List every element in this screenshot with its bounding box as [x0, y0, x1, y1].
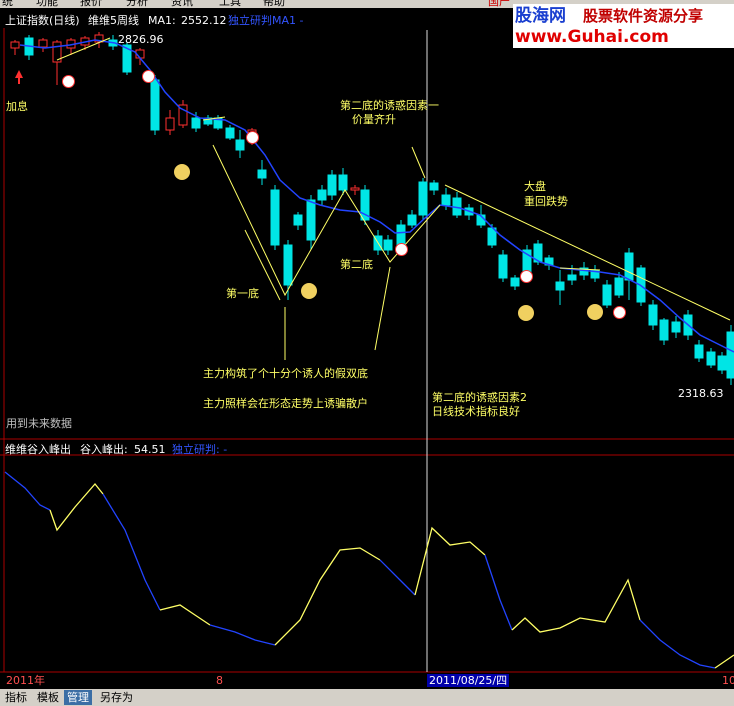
tab-save-as[interactable]: 另存为	[97, 690, 136, 705]
high-label: 2826.96	[118, 33, 164, 46]
ma1-line	[19, 39, 734, 353]
indicator-name: 维维5周线	[88, 14, 139, 27]
bottom-tabbar: 指标 模板 管理 另存为	[0, 689, 734, 706]
annotation-fake-double: 主力构筑了个十分个诱人的假双底	[203, 367, 368, 380]
annotation-second-bottom: 第二底	[340, 258, 373, 271]
cross-marker-icon	[395, 243, 408, 256]
candle-body	[257, 169, 267, 179]
candle-body	[293, 214, 303, 226]
tab-template[interactable]: 模板	[34, 690, 62, 705]
guhai-logo: 股海网 股票软件资源分享 www.Guhai.com	[513, 4, 734, 48]
candle-body	[441, 194, 451, 206]
candle-body	[338, 174, 348, 191]
lower-label: 谷入峰出:	[80, 443, 128, 456]
candle-body	[150, 79, 160, 131]
cross-marker-icon	[613, 306, 626, 319]
candle-body	[429, 182, 439, 191]
candle-body	[602, 284, 612, 306]
annotation-lure1: 第二底的诱惑因素一	[340, 99, 439, 112]
tab-manage[interactable]: 管理	[64, 690, 92, 705]
smiley-icon	[587, 304, 603, 320]
candle-body	[614, 277, 624, 296]
annotation-market: 大盘	[524, 180, 546, 193]
date-axis-right: 10	[722, 674, 734, 687]
candle-body	[317, 189, 327, 201]
date-axis-cursor: 2011/08/25/四	[427, 674, 510, 687]
double-bottom-path	[212, 144, 441, 297]
note-jiaxi: 加息	[6, 100, 28, 113]
ma-value: 2552.12	[181, 14, 227, 27]
annotation-daily-good: 日线技术指标良好	[432, 405, 520, 418]
cross-marker-icon	[520, 270, 533, 283]
low-label: 2318.63	[678, 387, 724, 400]
candle-body	[498, 254, 508, 279]
candle-body	[10, 41, 20, 49]
candle-body	[648, 304, 658, 326]
candle-body	[694, 344, 704, 359]
candle-body	[350, 187, 360, 191]
oscillator	[4, 471, 734, 669]
candle-body	[567, 274, 577, 281]
tab-indicator[interactable]: 指标	[2, 690, 30, 705]
candle-body	[283, 244, 293, 286]
annotation-fall-again: 重回跌势	[524, 195, 568, 208]
candle-body	[191, 117, 201, 129]
candle-body	[555, 281, 565, 291]
cross-marker-icon	[62, 75, 75, 88]
candle-body	[717, 355, 727, 371]
future-data-note: 用到未来数据	[6, 417, 72, 430]
smiley-icon	[518, 305, 534, 321]
candle-body	[235, 139, 245, 151]
logo-slogan: 股票软件资源分享	[583, 7, 704, 25]
smiley-icon	[174, 164, 190, 180]
candle-body	[327, 174, 337, 196]
annotation-trap: 主力照样会在形态走势上诱骗散户	[203, 397, 368, 410]
candle-body	[407, 214, 417, 226]
candle-body	[38, 39, 48, 48]
candle-body	[418, 181, 428, 216]
smiley-icon	[301, 283, 317, 299]
ma-label: MA1:	[148, 14, 176, 27]
annotation-vol-price: 价量齐升	[352, 113, 396, 126]
annotation-lure2: 第二底的诱惑因素2	[432, 391, 527, 404]
date-axis-left: 2011年	[6, 674, 45, 687]
trend-line	[444, 184, 731, 321]
candle-body	[726, 331, 734, 379]
candle-body	[510, 277, 520, 287]
annotation-first-bottom: 第一底	[226, 287, 259, 300]
candle-body	[659, 319, 669, 341]
cross-marker-icon	[142, 70, 155, 83]
lower-title: 维维谷入峰出	[5, 443, 71, 456]
lower-value: 54.51	[134, 443, 166, 456]
lower-extra: 独立研判: -	[172, 443, 228, 456]
candle-body	[396, 224, 406, 246]
cross-marker-icon	[246, 131, 259, 144]
candle-body	[225, 127, 235, 139]
candle-body	[165, 117, 175, 131]
chart-title: 上证指数(日线)	[5, 14, 80, 27]
candle-body	[706, 351, 716, 366]
up-arrow-icon	[15, 70, 23, 84]
candles-layer	[10, 32, 734, 385]
upper-extra: 独立研判MA1 -	[228, 14, 304, 27]
logo-url: www.Guhai.com	[515, 27, 669, 47]
logo-brand: 股海网	[515, 6, 566, 26]
candle-body	[306, 199, 316, 241]
date-axis-mid: 8	[216, 674, 223, 687]
candle-body	[671, 321, 681, 333]
candle-body	[383, 239, 393, 251]
candle-body	[624, 252, 634, 281]
candle-body	[270, 189, 280, 246]
